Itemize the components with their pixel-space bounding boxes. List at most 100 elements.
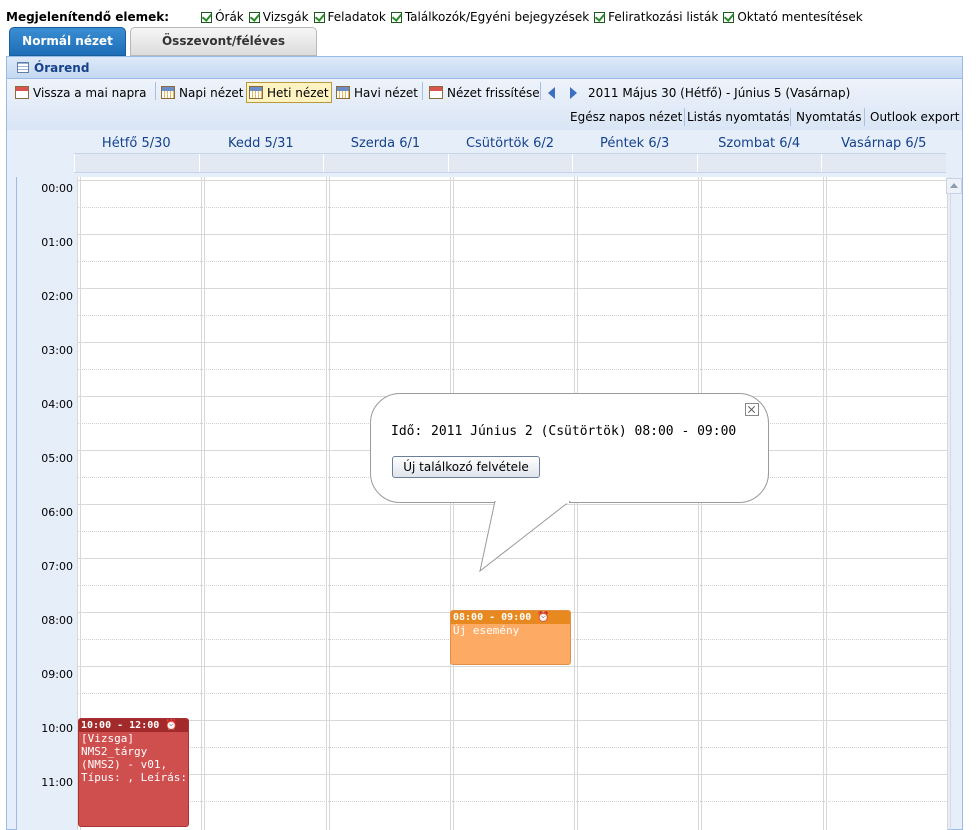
day-column-divider bbox=[450, 177, 451, 830]
hour-label: 01:00 bbox=[41, 236, 73, 249]
day-column-divider bbox=[698, 177, 699, 830]
allday-view-button[interactable]: Egész napos nézet bbox=[568, 106, 684, 127]
alarm-clock-icon: ⏰ bbox=[165, 720, 178, 731]
add-meeting-button[interactable]: Új találkozó felvétele bbox=[392, 456, 540, 478]
checkbox-icon[interactable] bbox=[723, 11, 735, 23]
hour-label: 00:00 bbox=[41, 182, 73, 195]
event-line: NMS2_tárgy bbox=[81, 745, 148, 758]
filter-meetings[interactable]: Találkozók/Egyéni bejegyzések bbox=[390, 10, 589, 24]
half-hour-gridline bbox=[77, 207, 947, 208]
filter-tasks[interactable]: Feladatok bbox=[313, 10, 386, 24]
day-column-divider bbox=[826, 177, 827, 830]
new-event-popup bbox=[370, 393, 769, 503]
filter-teacher-exemptions[interactable]: Oktató mentesítések bbox=[723, 10, 863, 24]
calendar-refresh-icon bbox=[429, 86, 443, 99]
allday-cell[interactable] bbox=[447, 154, 573, 172]
week-view-button[interactable]: Heti nézet bbox=[246, 82, 332, 103]
checkbox-icon[interactable] bbox=[594, 11, 606, 23]
display-filter-bar: Megjelenítendő elemek: Órák Vizsgák Fela… bbox=[6, 8, 868, 26]
half-hour-gridline bbox=[77, 801, 947, 802]
previous-week-icon[interactable] bbox=[548, 87, 555, 99]
popup-tail bbox=[479, 501, 571, 573]
hour-label: 09:00 bbox=[41, 668, 73, 681]
checkbox-icon[interactable] bbox=[248, 11, 260, 23]
calendar-event-exam[interactable]: 10:00 - 12:00 ⏰ [Vizsga] NMS2_tárgy (NMS… bbox=[78, 718, 189, 827]
day-header-monday[interactable]: Hétfő 5/30 bbox=[74, 135, 199, 153]
checkbox-icon[interactable] bbox=[201, 11, 213, 23]
calendar-grid-icon bbox=[249, 86, 263, 99]
toolbar-separator bbox=[864, 108, 865, 126]
hour-label: 05:00 bbox=[41, 452, 73, 465]
filter-signup-lists[interactable]: Feliratkozási listák bbox=[594, 10, 718, 24]
date-range-label: 2011 Május 30 (Hétfő) - Június 5 (Vasárn… bbox=[588, 85, 851, 100]
month-view-button[interactable]: Havi nézet bbox=[334, 82, 420, 103]
next-week-icon[interactable] bbox=[570, 87, 577, 99]
hour-label: 11:00 bbox=[41, 776, 73, 789]
hour-label: 06:00 bbox=[41, 506, 73, 519]
day-header-wednesday[interactable]: Szerda 6/1 bbox=[323, 135, 448, 153]
filter-classes[interactable]: Órák bbox=[201, 10, 244, 24]
checkbox-icon[interactable] bbox=[390, 11, 402, 23]
hour-gridline bbox=[77, 720, 947, 721]
allday-cell[interactable] bbox=[572, 154, 697, 172]
refresh-view-button[interactable]: Nézet frissítése bbox=[427, 82, 542, 103]
day-header-saturday[interactable]: Szombat 6/4 bbox=[697, 135, 822, 153]
day-header-sunday[interactable]: Vasárnap 6/5 bbox=[821, 135, 946, 153]
allday-cell[interactable] bbox=[323, 154, 448, 172]
day-header-thursday[interactable]: Csütörtök 6/2 bbox=[448, 135, 573, 153]
hour-gridline bbox=[77, 666, 947, 667]
half-hour-gridline bbox=[77, 369, 947, 370]
day-column-divider bbox=[204, 177, 205, 830]
filter-exams[interactable]: Vizsgák bbox=[248, 10, 309, 24]
panel-header: Órarend bbox=[7, 57, 962, 79]
tab-normal-view[interactable]: Normál nézet bbox=[9, 27, 126, 56]
calendar-grid-icon bbox=[336, 86, 350, 99]
panel-title: Órarend bbox=[34, 60, 90, 75]
popup-time-label: Idő: bbox=[391, 424, 423, 439]
day-column-divider bbox=[823, 177, 824, 830]
allday-cell[interactable] bbox=[74, 154, 199, 172]
allday-cell[interactable] bbox=[198, 154, 324, 172]
day-header-friday[interactable]: Péntek 6/3 bbox=[572, 135, 697, 153]
scroll-up-arrow[interactable] bbox=[946, 178, 962, 194]
print-button[interactable]: Nyomtatás bbox=[794, 106, 863, 127]
close-icon[interactable] bbox=[745, 403, 759, 416]
popup-time-value: 2011 Június 2 (Csütörtök) 08:00 - 09:00 bbox=[431, 424, 737, 439]
day-column-divider bbox=[326, 177, 327, 830]
hour-label: 07:00 bbox=[41, 560, 73, 573]
outlook-export-button[interactable]: Outlook export bbox=[868, 106, 961, 127]
calendar-event-new[interactable]: 08:00 - 09:00 ⏰ Új esemény bbox=[450, 610, 571, 665]
day-header-tuesday[interactable]: Kedd 5/31 bbox=[199, 135, 324, 153]
event-line: (NMS2) - v01, bbox=[81, 758, 168, 771]
time-column: 00:00 01:00 02:00 03:00 04:00 05:00 06:00 07:00… bbox=[17, 177, 78, 830]
half-hour-gridline bbox=[77, 693, 947, 694]
half-hour-gridline bbox=[77, 315, 947, 316]
list-print-button[interactable]: Listás nyomtatás bbox=[685, 106, 792, 127]
day-column-divider bbox=[201, 177, 202, 830]
today-button[interactable]: Vissza a mai napra bbox=[13, 82, 148, 103]
hour-gridline bbox=[77, 342, 947, 343]
alarm-clock-icon: ⏰ bbox=[537, 612, 550, 623]
checkbox-icon[interactable] bbox=[313, 11, 325, 23]
calendar-grid-icon bbox=[161, 86, 175, 99]
day-column-divider bbox=[701, 177, 702, 830]
event-line: Típus: , Leírás: bbox=[81, 771, 187, 784]
allday-cell[interactable] bbox=[696, 154, 822, 172]
day-column-divider bbox=[950, 177, 951, 830]
day-view-button[interactable]: Napi nézet bbox=[159, 82, 245, 103]
event-line: [Vizsga] bbox=[81, 732, 134, 745]
hour-gridline bbox=[77, 234, 947, 235]
toolbar-separator bbox=[540, 82, 541, 100]
calendar-toolbar: Vissza a mai napra Napi nézet Heti nézet… bbox=[7, 79, 962, 130]
event-time: 10:00 - 12:00 ⏰ bbox=[79, 719, 188, 732]
day-column-divider bbox=[453, 177, 454, 830]
half-hour-gridline bbox=[77, 585, 947, 586]
allday-row[interactable] bbox=[74, 153, 946, 173]
allday-cell[interactable] bbox=[821, 154, 946, 172]
hour-label: 10:00 bbox=[41, 722, 73, 735]
hour-gridline bbox=[77, 180, 947, 181]
filter-label: Megjelenítendő elemek: bbox=[6, 10, 170, 24]
tab-combined-view[interactable]: Összevont/féléves nézet bbox=[130, 27, 317, 75]
hour-label: 03:00 bbox=[41, 344, 73, 357]
hour-gridline bbox=[77, 774, 947, 775]
